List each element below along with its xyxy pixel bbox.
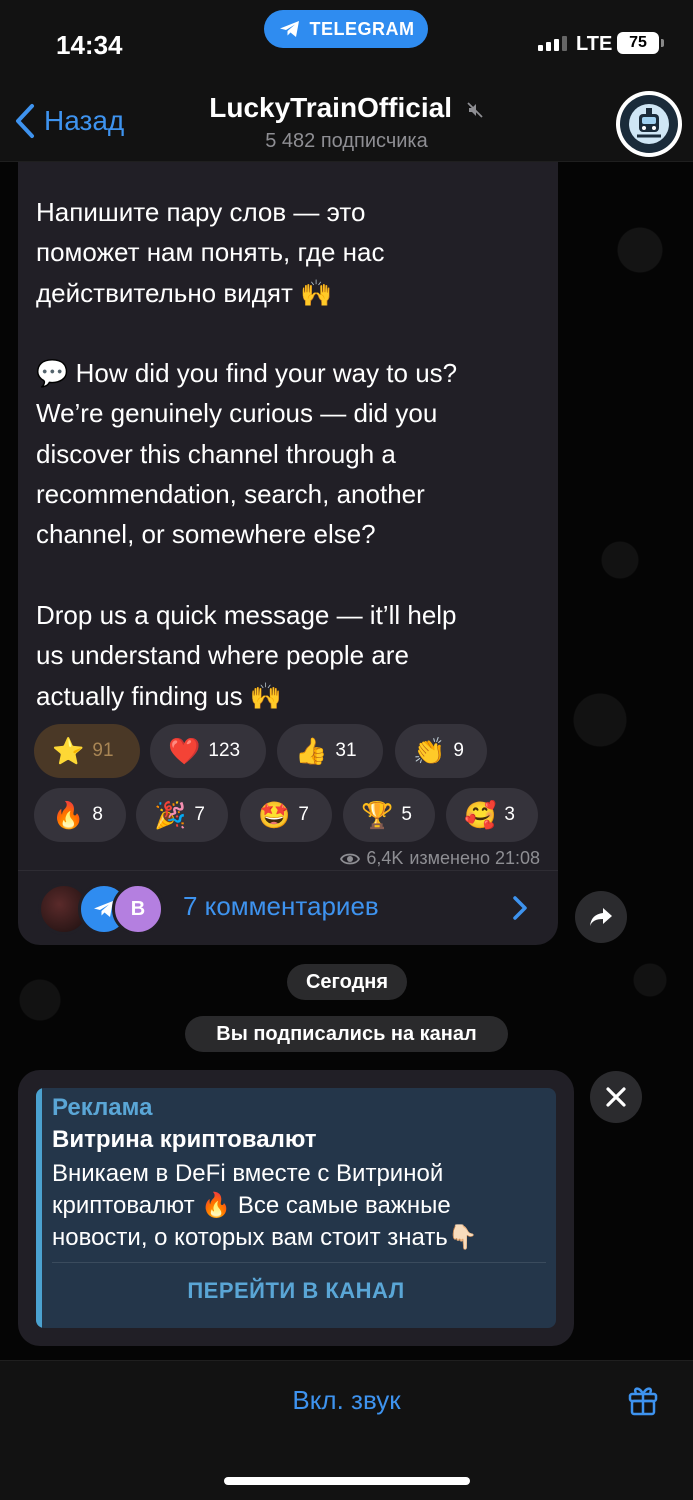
- ad-text: Вникаем в DeFi вместе с Витриной криптов…: [52, 1158, 552, 1254]
- text-line: 💬 How did you find your way to us?: [36, 358, 458, 389]
- channel-name: LuckyTrainOfficial: [209, 92, 452, 123]
- reaction-heart[interactable]: ❤️ 123: [150, 724, 266, 778]
- ad-text-line: Вникаем в DeFi вместе с Витриной: [52, 1160, 444, 1187]
- edited-time: изменено 21:08: [409, 848, 540, 868]
- text-line: поможет нам понять, где нас: [36, 237, 385, 268]
- unmute-button[interactable]: Вкл. звук: [0, 1385, 693, 1416]
- trophy-icon: 🏆: [361, 800, 394, 830]
- party-popper-icon: 🎉: [154, 800, 187, 830]
- reaction-star-struck[interactable]: 🤩 7: [240, 788, 332, 842]
- text-line: Напишите пару слов — это: [36, 197, 366, 227]
- close-ad-button[interactable]: [590, 1071, 642, 1123]
- post-meta: 6,4K изменено 21:08: [310, 848, 540, 869]
- ad-label: Реклама: [52, 1094, 153, 1121]
- reaction-count: 31: [335, 740, 357, 761]
- heart-icon: ❤️: [168, 736, 201, 766]
- reaction-party[interactable]: 🎉 7: [136, 788, 228, 842]
- view-count: 6,4K: [366, 848, 404, 868]
- text-line: us understand where people are: [36, 640, 409, 671]
- service-message: Вы подписались на канал: [185, 1016, 508, 1052]
- battery-indicator: 75: [617, 32, 664, 54]
- reaction-clap[interactable]: 👏 9: [395, 724, 487, 778]
- text-line: recommendation, search, another: [36, 479, 425, 510]
- reaction-count: 3: [504, 804, 515, 825]
- chat-header: Назад LuckyTrainOfficial 5 482 подписчик…: [0, 88, 693, 162]
- smiling-hearts-icon: 🥰: [464, 800, 497, 830]
- open-channel-button[interactable]: ПЕРЕЙТИ В КАНАЛ: [36, 1278, 556, 1304]
- star-icon: ⭐: [52, 736, 85, 766]
- status-bar: 14:34 TELEGRAM LTE 75: [0, 0, 693, 88]
- fire-icon: 🔥: [52, 800, 85, 830]
- channel-title[interactable]: LuckyTrainOfficial: [0, 92, 693, 124]
- telegram-pill-label: TELEGRAM: [309, 18, 415, 39]
- network-type: LTE: [576, 33, 613, 55]
- share-icon: [590, 908, 612, 926]
- status-time: 14:34: [56, 30, 123, 60]
- thumbs-up-icon: 👍: [295, 736, 328, 766]
- share-button[interactable]: [575, 891, 627, 943]
- channel-avatar[interactable]: [616, 91, 682, 157]
- train-logo-icon: [629, 104, 669, 144]
- home-indicator[interactable]: [224, 1477, 470, 1485]
- close-icon: [606, 1087, 626, 1107]
- text-line: действительно видят 🙌: [36, 277, 333, 308]
- reaction-count: 123: [208, 740, 241, 761]
- star-struck-icon: 🤩: [258, 800, 291, 830]
- telegram-icon: [279, 21, 299, 37]
- text-line: Drop us a quick message — it’ll help: [36, 599, 457, 630]
- reaction-count: 5: [401, 804, 412, 825]
- sponsored-card[interactable]: Реклама Витрина криптовалют Вникаем в De…: [36, 1088, 556, 1328]
- reaction-thumbs-up[interactable]: 👍 31: [277, 724, 383, 778]
- telegram-pill[interactable]: TELEGRAM: [264, 10, 428, 48]
- reaction-count: 91: [92, 740, 114, 761]
- subscriber-count: 5 482 подписчика: [265, 130, 428, 152]
- text-line: We’re genuinely curious — did you: [36, 398, 438, 429]
- post-text: Напишите пару слов — это поможет нам пон…: [36, 192, 546, 716]
- bottom-bar: Вкл. звук: [0, 1360, 693, 1500]
- gift-icon[interactable]: [626, 1383, 660, 1417]
- comments-button[interactable]: B 7 комментариев: [18, 870, 558, 945]
- clap-icon: 👏: [413, 736, 446, 766]
- ad-text-line: новости, о которых вам стоит знать👇🏻: [52, 1224, 478, 1251]
- reaction-count: 7: [298, 804, 309, 825]
- reaction-fire[interactable]: 🔥 8: [34, 788, 126, 842]
- ad-divider: [52, 1262, 546, 1263]
- mute-icon: [467, 101, 483, 118]
- ad-text-line: криптовалют 🔥 Все самые важные: [52, 1192, 451, 1219]
- commenter-avatar: B: [112, 883, 164, 935]
- date-separator: Сегодня: [287, 964, 407, 1000]
- text-line: actually finding us 🙌: [36, 680, 283, 711]
- reaction-count: 8: [92, 804, 103, 825]
- reaction-smiling-hearts[interactable]: 🥰 3: [446, 788, 538, 842]
- comments-label: 7 комментариев: [183, 891, 379, 921]
- chevron-right-icon: [513, 896, 527, 920]
- text-line: channel, or somewhere else?: [36, 519, 376, 550]
- avatar-letter: B: [130, 897, 146, 920]
- reaction-star[interactable]: ⭐ 91: [34, 724, 140, 778]
- signal-icon: [538, 36, 567, 51]
- text-line: discover this channel through a: [36, 438, 396, 469]
- ad-title: Витрина криптовалют: [52, 1126, 317, 1153]
- reaction-count: 7: [194, 804, 205, 825]
- reaction-count: 9: [453, 740, 464, 761]
- reaction-trophy[interactable]: 🏆 5: [343, 788, 435, 842]
- eye-icon: [340, 853, 361, 864]
